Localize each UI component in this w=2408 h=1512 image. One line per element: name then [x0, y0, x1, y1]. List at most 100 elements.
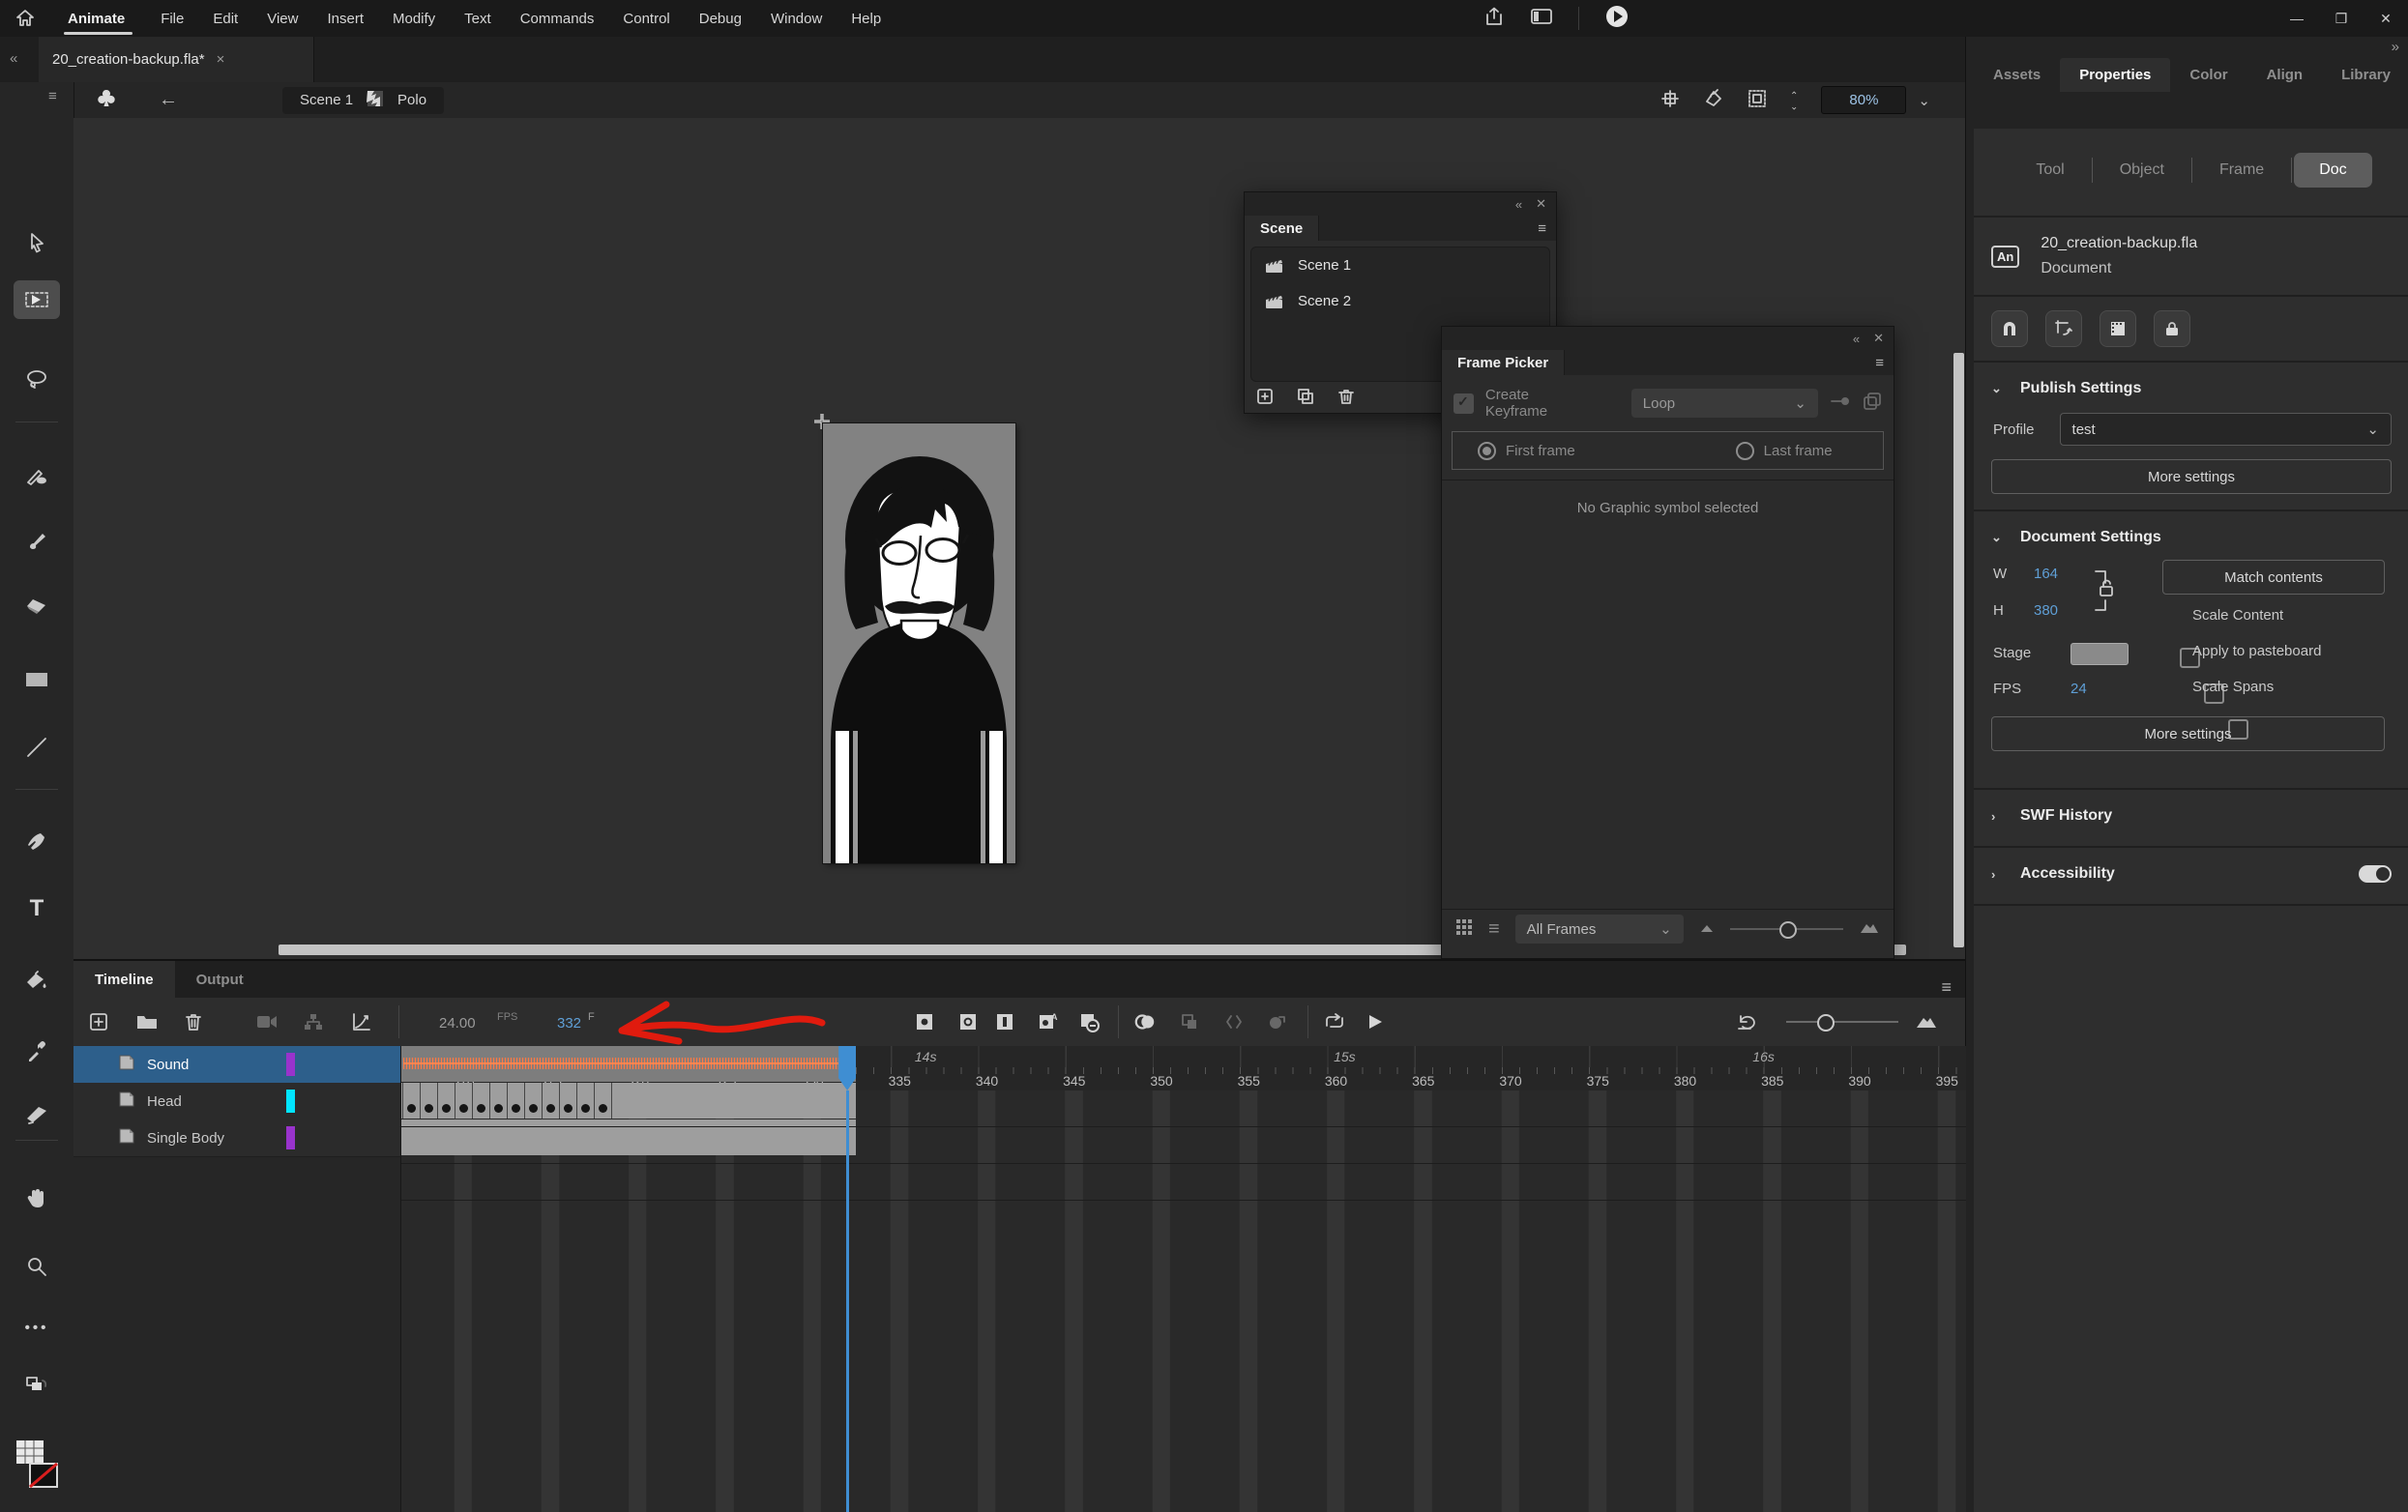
menu-commands[interactable]: Commands — [506, 0, 609, 37]
new-layer-icon[interactable] — [87, 1010, 110, 1033]
insert-blank-keyframe-icon[interactable] — [956, 1010, 980, 1033]
workspace-icon[interactable] — [1530, 7, 1553, 30]
panel-collapse-icon[interactable]: « — [1515, 197, 1522, 212]
frames-grid[interactable]: 13s14s15s16s 310315320325330335340345350… — [400, 1046, 1966, 1512]
thumb-size-slider[interactable] — [1730, 928, 1843, 930]
swap-colors-icon[interactable] — [14, 1366, 60, 1405]
tab-properties[interactable]: Properties — [2060, 58, 2170, 92]
subtab-doc[interactable]: Doc — [2294, 153, 2371, 188]
zoom-value-field[interactable]: 80% — [1821, 86, 1906, 114]
panel-menu-icon[interactable]: ≡ — [1538, 220, 1556, 237]
first-frame-radio[interactable] — [1478, 442, 1496, 460]
subtab-object[interactable]: Object — [2095, 153, 2189, 188]
edit-multiple-frames-icon[interactable] — [1222, 1010, 1246, 1033]
line-tool[interactable] — [14, 728, 60, 767]
menu-help[interactable]: Help — [837, 0, 896, 37]
rotate-canvas-icon[interactable] — [1703, 88, 1724, 113]
tab-color[interactable]: Color — [2170, 58, 2246, 92]
more-tools-button[interactable]: ••• — [14, 1308, 60, 1347]
menu-control[interactable]: Control — [608, 0, 684, 37]
panel-menu-icon[interactable]: ≡ — [1875, 355, 1894, 371]
classic-brush-tool[interactable] — [14, 521, 60, 560]
snap-magnet-icon[interactable] — [1991, 310, 2028, 347]
insert-frame-icon[interactable] — [993, 1010, 1016, 1033]
text-tool[interactable]: T — [14, 889, 60, 928]
home-icon[interactable] — [0, 9, 50, 28]
tab-timeline[interactable]: Timeline — [73, 961, 175, 998]
test-movie-icon[interactable] — [1604, 4, 1630, 33]
last-frame-radio[interactable] — [1736, 442, 1754, 460]
delete-layer-icon[interactable] — [182, 1010, 205, 1033]
publish-more-settings-button[interactable]: More settings — [1991, 459, 2392, 494]
zoom-dropdown-icon[interactable]: ⌄ — [1918, 92, 1930, 109]
layer-row-sound[interactable]: Sound — [73, 1046, 400, 1084]
zoom-out-thumbs-icon[interactable] — [1699, 921, 1715, 938]
scene-panel-tab[interactable]: Scene — [1245, 216, 1319, 241]
paste-frames-icon[interactable] — [1178, 1010, 1201, 1033]
layer-frames-tween[interactable] — [401, 1119, 856, 1155]
paint-bucket-tool[interactable] — [14, 962, 60, 1001]
zoom-stepper[interactable]: ⌃⌃ — [1790, 92, 1798, 109]
panel-collapse-icon[interactable]: « — [1853, 332, 1860, 346]
layer-frames-sound[interactable] — [401, 1046, 856, 1082]
center-stage-icon[interactable] — [1660, 89, 1680, 112]
frame-picker-tab[interactable]: Frame Picker — [1442, 350, 1565, 375]
clip-to-stage-icon[interactable] — [2100, 310, 2136, 347]
delete-scene-icon[interactable] — [1337, 388, 1355, 409]
add-scene-icon[interactable] — [1256, 388, 1274, 409]
accessibility-header[interactable]: › Accessibility — [1991, 859, 2392, 888]
scene-item[interactable]: Scene 2 — [1251, 283, 1549, 319]
subtab-tool[interactable]: Tool — [2011, 153, 2089, 188]
subtab-frame[interactable]: Frame — [2194, 153, 2289, 188]
timeline-menu-icon[interactable]: ≡ — [1941, 977, 1965, 998]
reset-timeline-zoom-icon[interactable] — [1735, 1010, 1758, 1033]
menu-file[interactable]: File — [146, 0, 198, 37]
doc-more-settings-button[interactable]: More settings — [1991, 716, 2385, 751]
match-contents-button[interactable]: Match contents — [2162, 560, 2385, 595]
hand-tool[interactable] — [14, 1179, 60, 1218]
rectangle-tool[interactable] — [14, 660, 60, 699]
panel-close-icon[interactable]: ✕ — [1536, 196, 1546, 212]
tab-close-icon[interactable]: × — [217, 51, 225, 68]
eraser-tool[interactable] — [14, 587, 60, 625]
height-value[interactable]: 380 — [2034, 602, 2058, 619]
accessibility-toggle[interactable] — [2359, 865, 2392, 883]
symbol-club-icon[interactable] — [95, 87, 118, 114]
pin-frame-icon[interactable] — [1830, 394, 1851, 412]
layer-row-single-body[interactable]: Single Body — [73, 1119, 400, 1157]
duplicate-symbol-icon[interactable] — [1863, 392, 1882, 415]
close-button[interactable]: ✕ — [2364, 6, 2408, 31]
panel-close-icon[interactable]: ✕ — [1873, 331, 1884, 346]
minimize-button[interactable]: — — [2275, 6, 2319, 31]
pen-tool[interactable] — [14, 821, 60, 859]
grid-view-icon[interactable] — [1455, 918, 1473, 940]
snap-align-icon[interactable] — [2045, 310, 2082, 347]
clip-content-icon[interactable] — [1747, 89, 1767, 112]
tab-output[interactable]: Output — [175, 961, 265, 998]
fps-value[interactable]: 24 — [2070, 681, 2087, 697]
stage[interactable] — [823, 423, 1015, 863]
timeline-zoom-in-icon[interactable] — [1915, 1010, 1938, 1033]
swf-history-header[interactable]: › SWF History — [1991, 801, 2392, 830]
fluid-brush-tool[interactable] — [14, 457, 60, 496]
lock-icon[interactable] — [2154, 310, 2190, 347]
menu-insert[interactable]: Insert — [312, 0, 378, 37]
publish-settings-header[interactable]: ⌄ Publish Settings — [1991, 374, 2392, 403]
play-icon[interactable] — [1364, 1010, 1387, 1033]
menu-view[interactable]: View — [252, 0, 312, 37]
list-view-icon[interactable]: ≡ — [1488, 918, 1500, 941]
layer-parent-icon[interactable] — [302, 1010, 325, 1033]
back-arrow-icon[interactable]: ← — [159, 89, 178, 111]
share-icon[interactable] — [1483, 6, 1505, 31]
selection-tool[interactable] — [14, 223, 60, 262]
layer-frames-keyframes[interactable] — [401, 1083, 856, 1119]
loop-dropdown[interactable]: Loop⌄ — [1631, 389, 1818, 418]
document-settings-header[interactable]: ⌄ Document Settings — [1991, 523, 2392, 552]
zoom-in-thumbs-icon[interactable] — [1859, 919, 1880, 939]
timeline-zoom-slider[interactable] — [1786, 1021, 1898, 1023]
tab-library[interactable]: Library — [2322, 58, 2408, 92]
tools-menu-icon[interactable]: ≡ — [48, 88, 57, 104]
link-dimensions-icon[interactable] — [2092, 566, 2117, 620]
onion-skin-icon[interactable] — [1133, 1010, 1157, 1033]
free-transform-tool[interactable] — [14, 280, 60, 319]
